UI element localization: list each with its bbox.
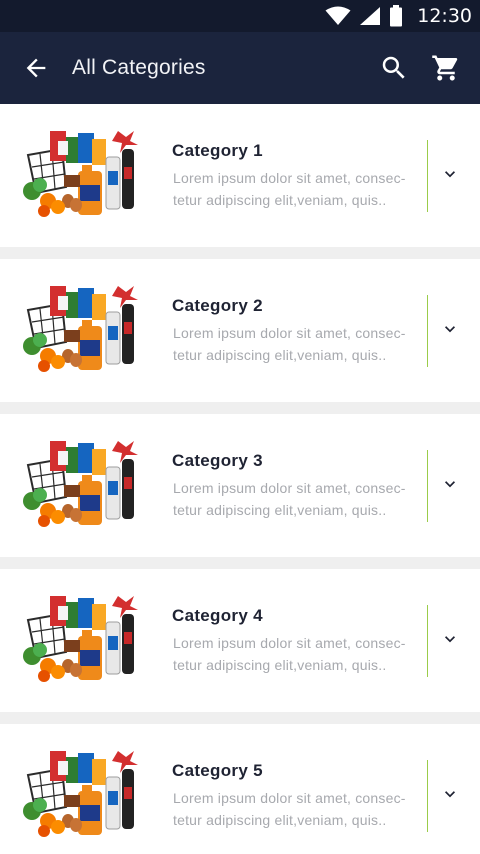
grocery-basket-image xyxy=(23,441,138,527)
category-description: Lorem ipsum dolor sit amet, consec- tetu… xyxy=(173,167,415,211)
chevron-down-icon xyxy=(445,171,455,178)
cart-button[interactable] xyxy=(420,32,472,104)
category-description-line-2: tetur adipiscing elit,veniam, quis.. xyxy=(173,347,387,363)
category-description: Lorem ipsum dolor sit amet, consec- tetu… xyxy=(173,787,415,831)
divider xyxy=(427,295,428,367)
expand-button[interactable] xyxy=(434,158,466,190)
grocery-basket-image xyxy=(23,751,138,837)
list-item[interactable]: Category 1 Lorem ipsum dolor sit amet, c… xyxy=(0,104,480,247)
category-description-line-2: tetur adipiscing elit,veniam, quis.. xyxy=(173,192,387,208)
list-item[interactable]: Category 2 Lorem ipsum dolor sit amet, c… xyxy=(0,259,480,402)
category-title: Category 2 xyxy=(172,296,263,315)
category-title: Category 4 xyxy=(172,606,263,625)
category-description-line-1: Lorem ipsum dolor sit amet, consec- xyxy=(173,325,406,341)
chevron-down-icon xyxy=(445,481,455,488)
search-button[interactable] xyxy=(368,32,420,104)
arrow-back-icon xyxy=(26,58,46,78)
wifi-icon xyxy=(325,6,351,25)
divider xyxy=(427,140,428,212)
status-time: 12:30 xyxy=(417,5,472,27)
category-title: Category 1 xyxy=(172,141,263,160)
grocery-basket-image xyxy=(23,596,138,682)
page-title: All Categories xyxy=(72,56,206,79)
category-description-line-1: Lorem ipsum dolor sit amet, consec- xyxy=(173,635,406,651)
list-item[interactable]: Category 3 Lorem ipsum dolor sit amet, c… xyxy=(0,414,480,557)
chevron-down-icon xyxy=(445,636,455,643)
category-description-line-1: Lorem ipsum dolor sit amet, consec- xyxy=(173,480,406,496)
status-bar: 12:30 xyxy=(0,0,480,32)
category-description: Lorem ipsum dolor sit amet, consec- tetu… xyxy=(173,477,415,521)
chevron-down-icon xyxy=(445,791,455,798)
list-item[interactable]: Category 5 Lorem ipsum dolor sit amet, c… xyxy=(0,724,480,854)
category-description-line-1: Lorem ipsum dolor sit amet, consec- xyxy=(173,170,406,186)
divider xyxy=(427,605,428,677)
grocery-basket-image xyxy=(23,286,138,372)
battery-icon xyxy=(390,5,403,27)
category-title: Category 5 xyxy=(172,761,263,780)
expand-button[interactable] xyxy=(434,623,466,655)
expand-button[interactable] xyxy=(434,468,466,500)
search-icon xyxy=(382,56,405,79)
list-item[interactable]: Category 4 Lorem ipsum dolor sit amet, c… xyxy=(0,569,480,712)
cart-icon xyxy=(432,55,458,81)
category-description-line-2: tetur adipiscing elit,veniam, quis.. xyxy=(173,502,387,518)
category-description-line-1: Lorem ipsum dolor sit amet, consec- xyxy=(173,790,406,806)
app-bar: All Categories xyxy=(0,32,480,104)
category-description-line-2: tetur adipiscing elit,veniam, quis.. xyxy=(173,812,387,828)
chevron-down-icon xyxy=(445,326,455,333)
divider xyxy=(427,760,428,832)
category-title: Category 3 xyxy=(172,451,263,470)
category-description-line-2: tetur adipiscing elit,veniam, quis.. xyxy=(173,657,387,673)
expand-button[interactable] xyxy=(434,778,466,810)
category-description: Lorem ipsum dolor sit amet, consec- tetu… xyxy=(173,632,415,676)
category-list: Category 1 Lorem ipsum dolor sit amet, c… xyxy=(0,104,480,854)
divider xyxy=(427,450,428,522)
category-description: Lorem ipsum dolor sit amet, consec- tetu… xyxy=(173,322,415,366)
grocery-basket-image xyxy=(23,131,138,217)
signal-icon xyxy=(360,7,381,25)
back-button[interactable] xyxy=(0,32,72,104)
expand-button[interactable] xyxy=(434,313,466,345)
